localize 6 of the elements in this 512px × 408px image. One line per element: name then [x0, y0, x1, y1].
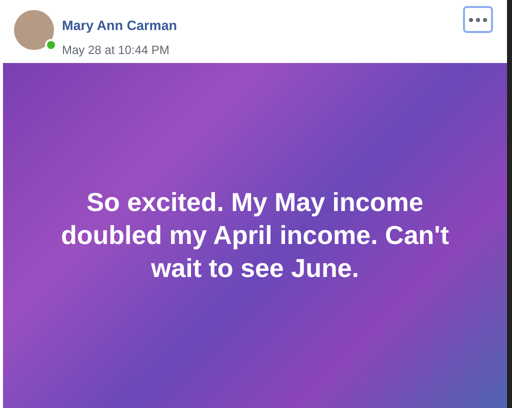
avatar[interactable] [14, 10, 54, 50]
more-options-button[interactable] [463, 6, 493, 33]
author-name[interactable]: Mary Ann Carman [62, 18, 178, 33]
timestamp[interactable]: May 28 at 10:44 PM [62, 43, 170, 57]
more-icon [469, 18, 487, 22]
post-text: So excited. My May income doubled my April income. Can't wait to see June. [60, 186, 450, 285]
